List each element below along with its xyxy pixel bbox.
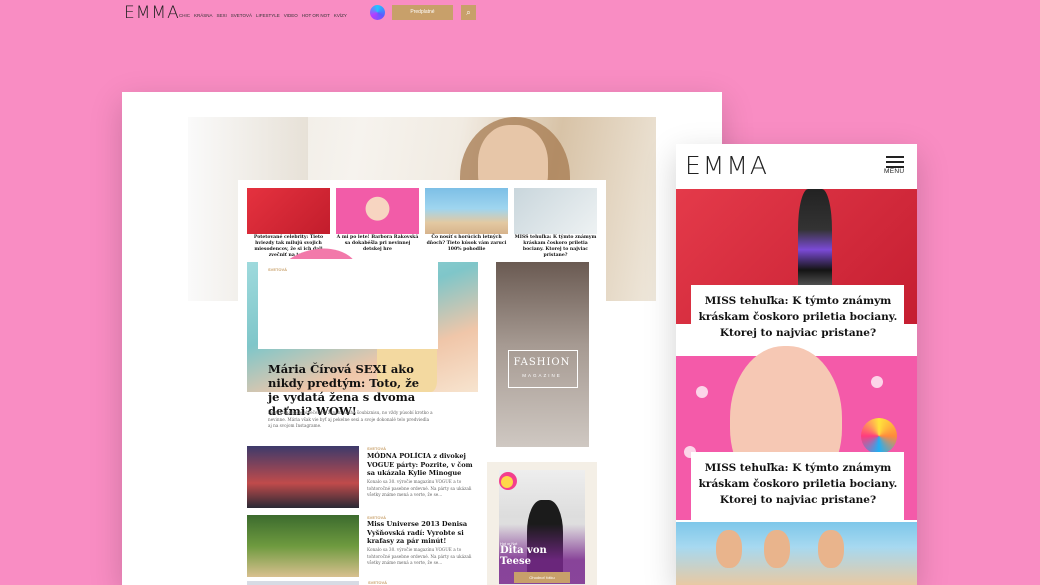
- article-image-1[interactable]: [247, 446, 359, 508]
- main-story-card: [258, 259, 438, 349]
- mobile-card-title[interactable]: MISS tehuľka: K týmto známym kráskam čos…: [697, 293, 899, 341]
- article-title[interactable]: Miss Universe 2013 Denisa Vyšňovská radí…: [367, 520, 477, 546]
- nav-item-chic[interactable]: CHIC: [179, 13, 190, 18]
- nav-item-krasna[interactable]: KRÁSNA: [194, 13, 213, 18]
- menu-label[interactable]: MENU: [884, 168, 904, 175]
- nav-item-video[interactable]: VIDEO: [284, 13, 298, 18]
- hot-or-not-name[interactable]: Dita von Teese: [500, 545, 580, 567]
- main-nav: CHIC KRÁSNA SEXI SVETOVÁ LIFESTYLE VIDEO…: [179, 13, 347, 18]
- site-logo[interactable]: EMMA: [124, 3, 180, 23]
- top-story-image-4[interactable]: [514, 188, 597, 234]
- article-category[interactable]: SVETOVÁ: [368, 580, 387, 585]
- nav-item-kvizy[interactable]: KVÍZY: [334, 13, 347, 18]
- top-story-image-3[interactable]: [425, 188, 508, 234]
- article-excerpt: Konalo sa 30. výročie magazínu VOGUE a t…: [367, 547, 472, 565]
- main-story-excerpt: Patrí k najlepšie oblečeným ženám našho …: [268, 410, 433, 428]
- mobile-card-title[interactable]: MISS tehuľka: K týmto známym kráskam čos…: [697, 460, 899, 508]
- article-category[interactable]: SVETOVÁ: [367, 446, 386, 451]
- main-story-category[interactable]: SVETOVÁ: [268, 267, 287, 272]
- search-icon[interactable]: ⌕: [461, 5, 476, 20]
- mobile-logo[interactable]: EMMA: [685, 151, 769, 180]
- mobile-card-image-3[interactable]: [676, 522, 917, 585]
- article-image-2[interactable]: [247, 515, 359, 577]
- top-story-caption[interactable]: MISS tehuľka: K týmto známym kráskam čos…: [514, 235, 597, 259]
- nav-item-sexi[interactable]: SEXI: [217, 13, 227, 18]
- nav-item-svetova[interactable]: SVETOVÁ: [231, 13, 252, 18]
- top-story-caption[interactable]: A mi po lete! Barbora Rakovská sa dokabé…: [336, 235, 419, 253]
- fashion-ad-label: FASHION: [513, 357, 571, 368]
- article-title[interactable]: MÓDNA POLÍCIA z divokej VOGUE párty: Poz…: [367, 452, 477, 478]
- fashion-ad-sub: MAGAZINE: [522, 373, 562, 378]
- instagram-icon[interactable]: [370, 5, 385, 20]
- article-image-3[interactable]: [247, 581, 359, 585]
- subscribe-button[interactable]: Predplatné: [392, 5, 453, 20]
- rate-photo-button[interactable]: Ohodnoť fotku: [514, 572, 570, 583]
- top-story-image-1[interactable]: [247, 188, 330, 234]
- top-story-caption[interactable]: Čo nosíť s horúcich letných dňoch? Tieto…: [425, 235, 508, 253]
- nav-item-hot-or-not[interactable]: HOT OR NOT: [302, 13, 330, 18]
- nav-item-lifestyle[interactable]: LIFESTYLE: [256, 13, 280, 18]
- article-excerpt: Konalo sa 30. výročie magazínu VOGUE a t…: [367, 479, 472, 497]
- fashion-magazine-ad[interactable]: [496, 262, 589, 447]
- top-story-image-2[interactable]: [336, 188, 419, 234]
